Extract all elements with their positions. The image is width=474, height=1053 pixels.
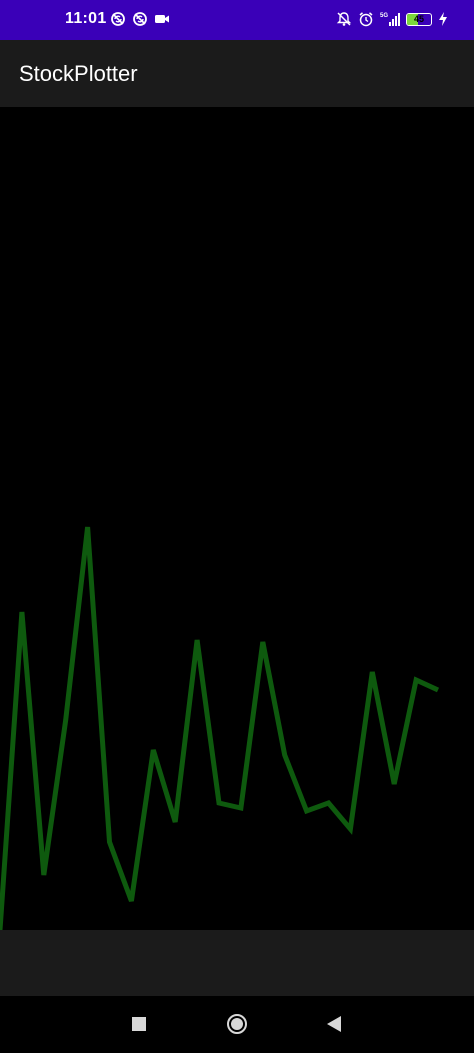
status-bar: 11:01 5G 45: [0, 0, 474, 40]
svg-text:5G: 5G: [380, 13, 388, 19]
status-time: 11:01: [65, 10, 107, 27]
back-triangle-icon: [327, 1016, 341, 1032]
back-button[interactable]: [320, 1010, 348, 1038]
video-camera-icon: [155, 15, 169, 23]
5g-signal-icon: 5G: [380, 13, 400, 26]
status-left-icons: [110, 11, 170, 27]
sync-off-icon: [111, 12, 125, 26]
price-series-line: [0, 526, 440, 930]
notifications-off-icon: [336, 12, 352, 26]
navigation-bar: [0, 996, 474, 1053]
recents-square-icon: [132, 1017, 146, 1031]
battery-icon: 45: [406, 12, 432, 26]
charging-icon: [439, 12, 447, 26]
chart-area: [0, 107, 474, 930]
recents-button[interactable]: [125, 1010, 153, 1038]
app-title: StockPlotter: [19, 61, 138, 86]
app-bar: StockPlotter: [0, 40, 474, 107]
status-right-icons: 5G 45: [336, 11, 448, 27]
alarm-icon: [359, 12, 373, 27]
bottom-panel: [0, 930, 474, 996]
stock-line-chart: [0, 526, 440, 930]
home-circle-icon: [227, 1014, 247, 1034]
battery-percent: 45: [413, 14, 424, 24]
sync-off-icon: [133, 12, 147, 26]
home-button[interactable]: [223, 1010, 251, 1038]
